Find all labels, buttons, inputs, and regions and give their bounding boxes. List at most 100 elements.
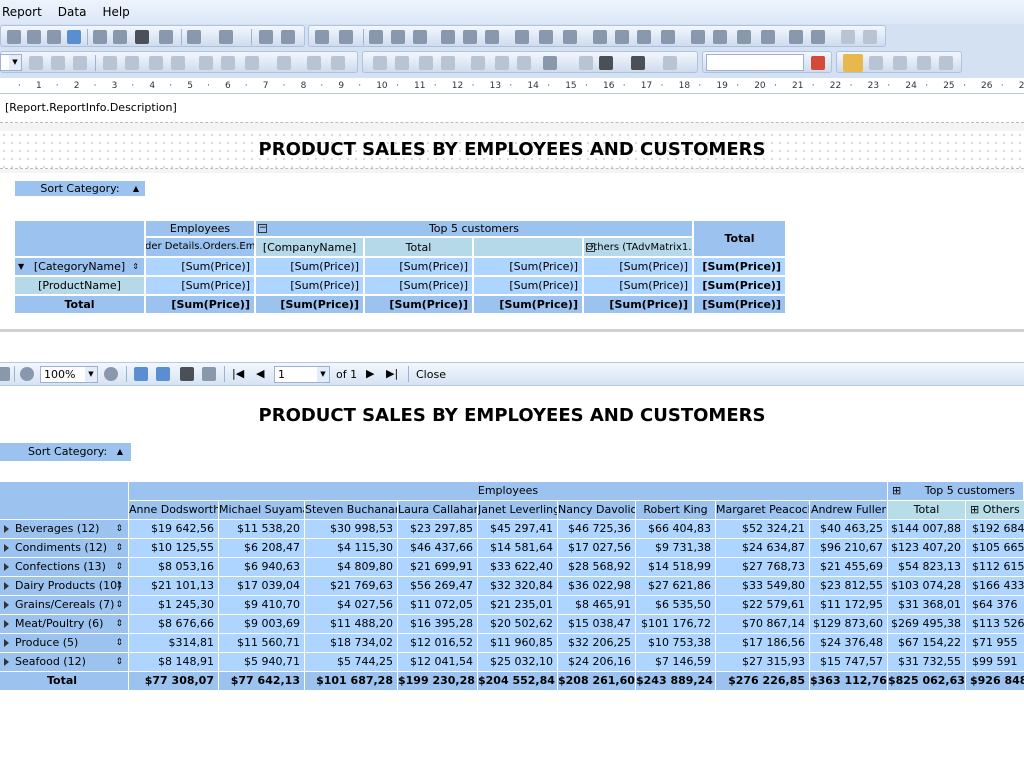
column-header[interactable]: ⊞ Others ( — [966, 501, 1024, 520]
underline-icon[interactable] — [73, 56, 87, 70]
designer-sum-cell[interactable]: [Sum(Price)] — [364, 276, 473, 295]
expand-icon[interactable]: ▼ — [18, 262, 24, 271]
group-icon[interactable] — [259, 30, 273, 44]
border-none-icon[interactable] — [495, 56, 509, 70]
page-number-input[interactable]: 1 ▼ — [274, 366, 330, 383]
paste-icon[interactable] — [135, 30, 149, 44]
valign-top-icon[interactable] — [199, 56, 213, 70]
sort-asc-icon[interactable]: ▲ — [117, 443, 123, 461]
expand-icon[interactable] — [4, 658, 9, 666]
align-right-icon[interactable] — [413, 30, 427, 44]
prev-page-icon[interactable]: ◀ — [256, 367, 264, 380]
fill-color-icon[interactable] — [543, 56, 557, 70]
align-center-icon[interactable] — [391, 30, 405, 44]
category-row-header[interactable]: Dairy Products (10) ⇕ — [0, 577, 129, 596]
designer-sum-cell[interactable]: [Sum(Price)] — [364, 295, 473, 314]
pointer-tool-icon[interactable] — [893, 56, 907, 70]
column-header[interactable]: Steven Buchanan — [305, 501, 398, 520]
cut-icon[interactable] — [93, 30, 107, 44]
menu-report[interactable]: Report — [0, 5, 50, 19]
new-icon[interactable] — [7, 30, 21, 44]
sort-icon[interactable]: ⇕ — [115, 615, 123, 633]
category-row-header[interactable]: Confections (13) ⇕ — [0, 558, 129, 577]
delete-icon[interactable] — [939, 56, 953, 70]
sort-icon[interactable]: ⇕ — [132, 262, 139, 271]
redo-icon[interactable] — [219, 30, 233, 44]
first-page-icon[interactable]: |◀ — [232, 367, 244, 380]
line-style-icon[interactable] — [663, 56, 677, 70]
preview-sort-box[interactable]: Sort Category: ▲ — [0, 443, 131, 461]
zoom-combo[interactable]: 100% ▼ — [40, 366, 98, 383]
font-combo[interactable]: ▼ — [0, 54, 22, 71]
export-icon[interactable] — [156, 367, 170, 381]
designer-sum-cell[interactable]: [Sum(Price)] — [473, 276, 583, 295]
sort-icon[interactable]: ⇕ — [115, 558, 123, 576]
save-icon[interactable] — [47, 30, 61, 44]
designer-category-row-header[interactable]: ▼ ⇕ [CategoryName] — [14, 257, 145, 276]
line-color-icon[interactable] — [599, 56, 613, 70]
edit-page-icon[interactable] — [180, 367, 194, 381]
designer-product-row-header[interactable]: [ProductName] — [14, 276, 145, 295]
expand-icon[interactable] — [4, 563, 9, 571]
space-vert-remove-icon[interactable] — [761, 30, 775, 44]
designer-sum-cell[interactable]: [Sum(Price)] — [583, 257, 693, 276]
space-horiz-remove-icon[interactable] — [661, 30, 675, 44]
pdf-export-icon[interactable] — [811, 56, 825, 70]
border-top-icon[interactable] — [373, 56, 387, 70]
expand-icon[interactable]: ⊞ — [970, 503, 983, 516]
valign-bottom-icon[interactable] — [245, 56, 259, 70]
designer-sum-cell[interactable]: [Sum(Price)] — [473, 257, 583, 276]
rotate-icon[interactable] — [331, 56, 345, 70]
center-horiz-icon[interactable] — [789, 30, 803, 44]
align-middle-icon[interactable] — [463, 30, 477, 44]
category-row-header[interactable]: Produce (5) ⇕ — [0, 634, 129, 653]
expand-icon[interactable] — [4, 544, 9, 552]
category-row-header[interactable]: Beverages (12) ⇕ — [0, 520, 129, 539]
designer-top5-header[interactable]: − Top 5 customers — [255, 220, 693, 237]
grid-icon[interactable] — [315, 30, 329, 44]
line-width-icon[interactable] — [631, 56, 645, 70]
space-horiz-icon[interactable] — [593, 30, 607, 44]
text-align-right-icon[interactable] — [149, 56, 163, 70]
expand-icon[interactable] — [4, 639, 9, 647]
employees-header[interactable]: Employees — [129, 482, 888, 501]
last-page-icon[interactable]: ▶| — [386, 367, 398, 380]
ungroup-icon[interactable] — [281, 30, 295, 44]
top5-header[interactable]: ⊞ Top 5 customers — [888, 482, 1024, 501]
undo-icon[interactable] — [187, 30, 201, 44]
designer-others[interactable]: − Others (TAdvMatrix1.Ite — [583, 237, 693, 257]
align-bottom-icon[interactable] — [485, 30, 499, 44]
outline-icon[interactable] — [134, 367, 148, 381]
text-align-left-icon[interactable] — [103, 56, 117, 70]
designer-sum-cell[interactable]: [Sum(Price)] — [364, 257, 473, 276]
highlight-icon[interactable] — [307, 56, 321, 70]
style-combo[interactable] — [706, 54, 804, 71]
designer-sort-box[interactable]: Sort Category: ▲ — [14, 180, 146, 197]
same-size-icon[interactable] — [563, 30, 577, 44]
zoom-fit-icon[interactable] — [0, 367, 10, 381]
bring-front-icon[interactable] — [841, 30, 855, 44]
designer-report-title[interactable]: PRODUCT SALES BY EMPLOYEES AND CUSTOMERS — [0, 139, 1024, 160]
zoom-out-icon[interactable] — [20, 367, 34, 381]
designer-sum-cell[interactable]: [Sum(Price)] — [583, 295, 693, 314]
designer-sum-cell[interactable]: [Sum(Price)] — [473, 295, 583, 314]
snap-grid-icon[interactable] — [339, 30, 353, 44]
expand-icon[interactable] — [4, 620, 9, 628]
designer-sum-cell[interactable]: [Sum(Price)] — [693, 276, 786, 295]
center-vert-icon[interactable] — [811, 30, 825, 44]
column-header[interactable]: Andrew Fuller — [810, 501, 888, 520]
menu-data[interactable]: Data — [56, 5, 95, 19]
designer-sum-cell[interactable]: [Sum(Price)] — [255, 276, 364, 295]
designer-order-details[interactable]: [Order Details.Orders.Emplo — [145, 237, 255, 257]
collapse-icon[interactable]: − — [258, 224, 267, 233]
designer-sum-cell[interactable]: [Sum(Price)] — [255, 257, 364, 276]
align-left-icon[interactable] — [369, 30, 383, 44]
text-justify-icon[interactable] — [171, 56, 185, 70]
sort-icon[interactable]: ⇕ — [115, 577, 123, 595]
sort-icon[interactable]: ⇕ — [115, 596, 123, 614]
space-horiz-dec-icon[interactable] — [637, 30, 651, 44]
space-vert-icon[interactable] — [691, 30, 705, 44]
collapse-icon[interactable]: − — [586, 242, 595, 252]
send-back-icon[interactable] — [863, 30, 877, 44]
page-setup-icon[interactable] — [202, 367, 216, 381]
